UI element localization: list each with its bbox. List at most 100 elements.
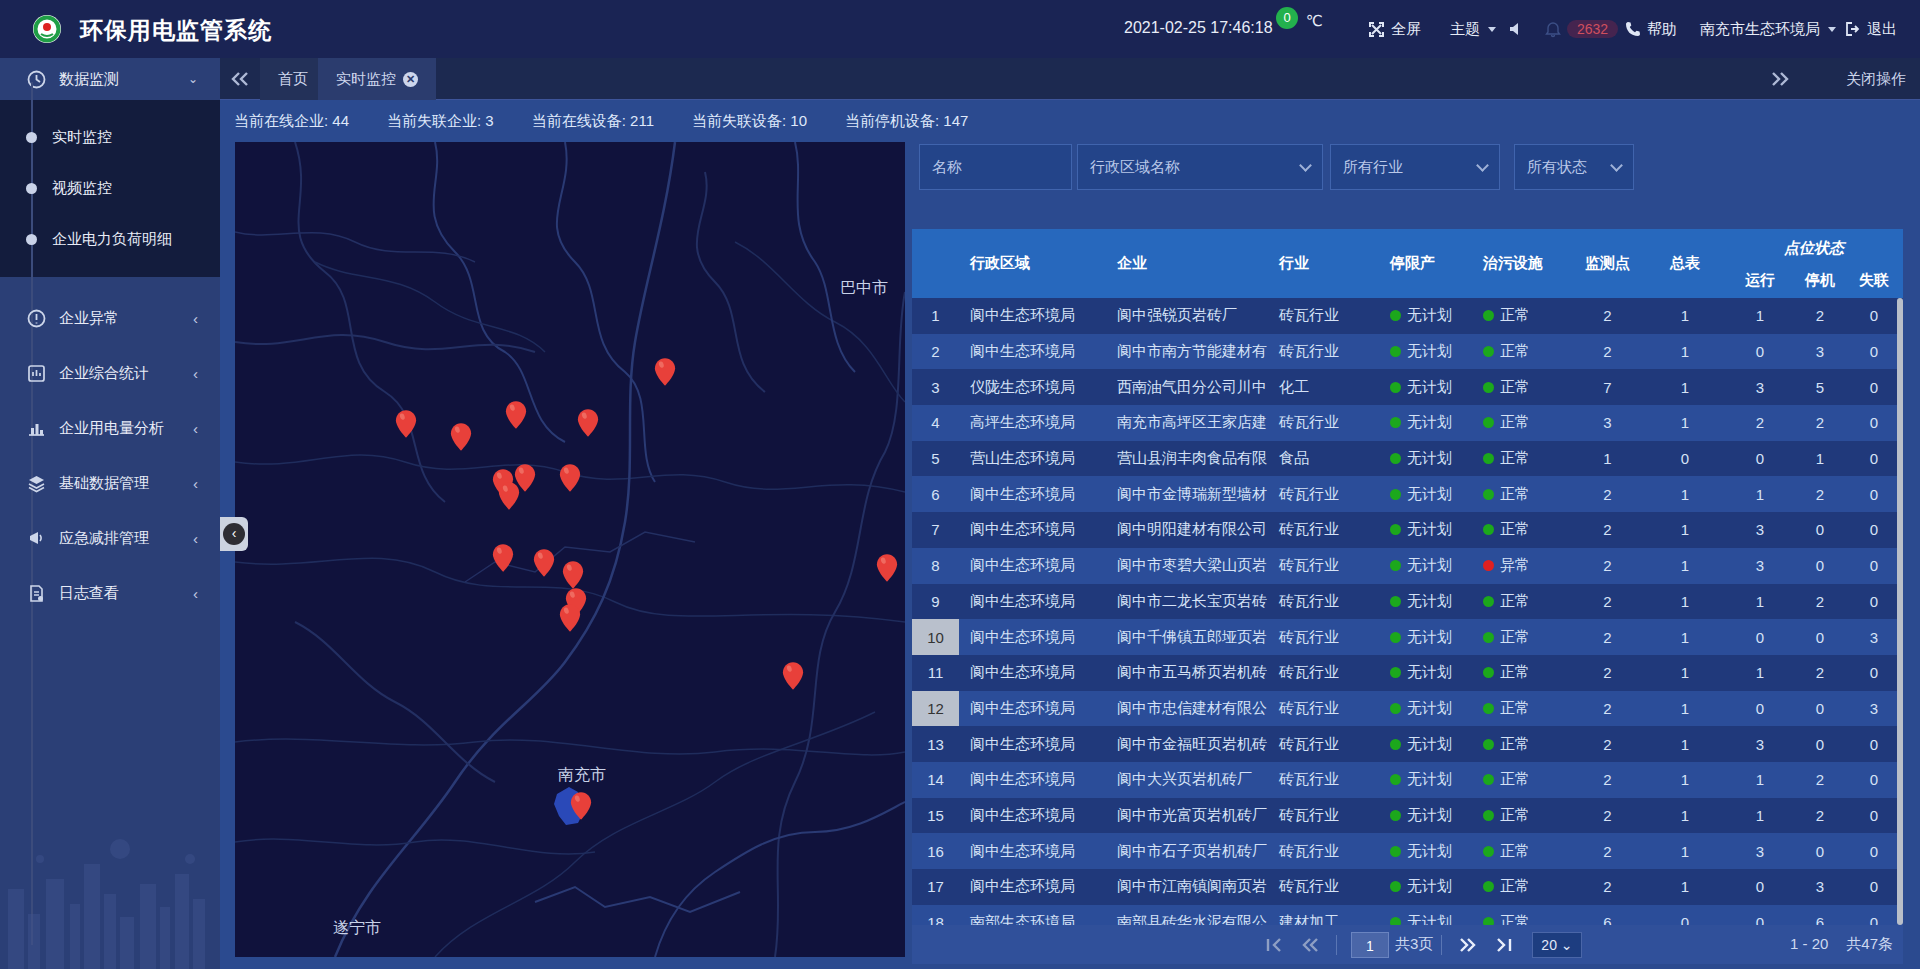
table-row[interactable]: 2阆中生态环境局阆中市南方节能建材有砖瓦行业无计划正常21030 <box>912 334 1903 370</box>
map-panel[interactable]: 巴中市南充市遂宁市 <box>235 142 905 957</box>
company-cell: 阆中市忠信建材有限公 <box>1105 699 1267 718</box>
status-dot <box>1390 846 1401 857</box>
sidebar-item-video-monitor[interactable]: 视频监控 <box>0 163 220 214</box>
sidebar-item-data-monitor[interactable]: 数据监测 ⌄ <box>0 58 220 100</box>
table-row[interactable]: 9阆中生态环境局阆中市二龙长宝页岩砖砖瓦行业无计划正常21120 <box>912 584 1903 620</box>
next-page-button[interactable] <box>1455 932 1481 958</box>
lost-cell: 0 <box>1845 307 1903 324</box>
datetime-display: 2021-02-25 17:46:18 <box>1124 19 1273 37</box>
tab-home[interactable]: 首页 <box>260 58 326 100</box>
sidebar-item-base-data[interactable]: 基础数据管理 ‹ <box>0 456 220 511</box>
table-row[interactable]: 15阆中生态环境局阆中市光富页岩机砖厂砖瓦行业无计划正常21120 <box>912 798 1903 834</box>
industry-cell: 砖瓦行业 <box>1267 592 1385 611</box>
table-row[interactable]: 6阆中生态环境局阆中市金博瑞新型墙材砖瓦行业无计划正常21120 <box>912 476 1903 512</box>
company-cell: 西南油气田分公司川中 <box>1105 378 1267 397</box>
lost-cell: 0 <box>1845 343 1903 360</box>
sound-button[interactable] <box>1508 0 1524 58</box>
map-pin[interactable] <box>570 791 592 821</box>
points-cell: 7 <box>1570 379 1645 396</box>
map-pin[interactable] <box>514 463 536 493</box>
region-cell: 阆中生态环境局 <box>959 628 1105 647</box>
map-pin[interactable] <box>533 548 555 578</box>
map-pin[interactable] <box>492 543 514 573</box>
table-row[interactable]: 7阆中生态环境局阆中明阳建材有限公司砖瓦行业无计划正常21300 <box>912 512 1903 548</box>
first-page-button[interactable] <box>1261 932 1287 958</box>
sidebar-item-company-stats[interactable]: 企业综合统计 ‹ <box>0 346 220 401</box>
region-filter-select[interactable]: 行政区域名称 <box>1077 144 1323 190</box>
sidebar-item-emergency[interactable]: 应急减排管理 ‹ <box>0 511 220 566</box>
lost-cell: 0 <box>1845 593 1903 610</box>
table-row[interactable]: 17阆中生态环境局阆中市江南镇阆南页岩砖瓦行业无计划正常21030 <box>912 869 1903 905</box>
sidebar-item-logs[interactable]: 日志查看 ‹ <box>0 566 220 621</box>
table-row[interactable]: 14阆中生态环境局阆中大兴页岩机砖厂砖瓦行业无计划正常21120 <box>912 762 1903 798</box>
map-pin[interactable] <box>559 463 581 493</box>
chevron-left-icon: ‹ <box>193 365 198 382</box>
table-row[interactable]: 11阆中生态环境局阆中市五马桥页岩机砖砖瓦行业无计划正常21120 <box>912 655 1903 691</box>
limit-status-cell: 无计划 <box>1385 913 1475 925</box>
table-row[interactable]: 1阆中生态环境局阆中强锐页岩砖厂砖瓦行业无计划正常21120 <box>912 298 1903 334</box>
column-header: 总表 <box>1645 229 1725 298</box>
map-pin[interactable] <box>562 560 584 590</box>
table-row[interactable]: 12阆中生态环境局阆中市忠信建材有限公砖瓦行业无计划正常21003 <box>912 691 1903 727</box>
table-row[interactable]: 18南部生态环境局南部县砖华水泥有限公建材加工无计划正常60060 <box>912 905 1903 925</box>
tabs-scroll-left-button[interactable] <box>220 58 260 100</box>
org-menu[interactable]: 南充市生态环境局 <box>1700 0 1836 58</box>
last-page-button[interactable] <box>1491 932 1517 958</box>
notification-area[interactable]: 2632 <box>1545 0 1618 58</box>
map-pin[interactable] <box>395 409 417 439</box>
limit-status-cell: 无计划 <box>1385 449 1475 468</box>
sidebar-item-realtime-monitor[interactable]: 实时监控 <box>0 112 220 163</box>
stop-cell: 0 <box>1795 843 1845 860</box>
table-row[interactable]: 3仪陇生态环境局西南油气田分公司川中化工无计划正常71350 <box>912 369 1903 405</box>
table-row[interactable]: 16阆中生态环境局阆中市石子页岩机砖厂砖瓦行业无计划正常21300 <box>912 833 1903 869</box>
help-button[interactable]: 帮助 <box>1625 0 1677 58</box>
sidebar-item-power-analysis[interactable]: 企业用电量分析 ‹ <box>0 401 220 456</box>
table-row[interactable]: 10阆中生态环境局阆中千佛镇五郎垭页岩砖瓦行业无计划正常21003 <box>912 619 1903 655</box>
sidebar-item-company-abnormal[interactable]: 企业异常 ‹ <box>0 291 220 346</box>
theme-menu[interactable]: 主题 <box>1450 0 1496 58</box>
status-dot <box>1390 632 1401 643</box>
map-pin[interactable] <box>876 553 898 583</box>
facility-status-cell: 正常 <box>1475 449 1570 468</box>
table-body: 1阆中生态环境局阆中强锐页岩砖厂砖瓦行业无计划正常211202阆中生态环境局阆中… <box>912 298 1903 925</box>
tabs-scroll-right-button[interactable] <box>1760 58 1800 100</box>
close-operations-button[interactable]: 关闭操作 <box>1846 58 1906 100</box>
map-pin[interactable] <box>782 661 804 691</box>
status-filter-select[interactable]: 所有状态 <box>1514 144 1634 190</box>
stat-item: 当前停机设备: 147 <box>845 112 968 131</box>
limit-status-cell: 无计划 <box>1385 663 1475 682</box>
page-number-input[interactable]: 1 <box>1351 932 1389 958</box>
map-pin[interactable] <box>654 357 676 387</box>
sidebar-collapse-button[interactable]: ‹ <box>220 517 248 551</box>
close-tab-icon[interactable]: ✕ <box>403 72 418 87</box>
page-size-select[interactable]: 20 ⌄ <box>1532 932 1581 958</box>
name-filter-input[interactable]: 名称 <box>919 144 1072 190</box>
sidebar: 数据监测 ⌄ 实时监控 视频监控 企业电力负荷明细 企业异常 ‹ 企业综合统计 … <box>0 58 220 969</box>
company-cell: 阆中市枣碧大梁山页岩 <box>1105 556 1267 575</box>
table-scrollbar[interactable] <box>1897 298 1903 925</box>
row-number-cell: 10 <box>912 619 959 655</box>
industry-filter-select[interactable]: 所有行业 <box>1330 144 1500 190</box>
tab-realtime-monitor[interactable]: 实时监控 ✕ <box>318 58 436 100</box>
sidebar-item-power-load-detail[interactable]: 企业电力负荷明细 <box>0 214 220 265</box>
table-row[interactable]: 4高坪生态环境局南充市高坪区王家店建砖瓦行业无计划正常31220 <box>912 405 1903 441</box>
map-pin[interactable] <box>559 603 581 633</box>
company-cell: 阆中市南方节能建材有 <box>1105 342 1267 361</box>
industry-cell: 砖瓦行业 <box>1267 520 1385 539</box>
lost-cell: 0 <box>1845 521 1903 538</box>
status-dot <box>1483 881 1494 892</box>
limit-status-cell: 无计划 <box>1385 556 1475 575</box>
map-pin[interactable] <box>450 422 472 452</box>
megaphone-icon <box>27 529 46 548</box>
map-pin[interactable] <box>505 400 527 430</box>
stop-cell: 6 <box>1795 914 1845 925</box>
prev-page-button[interactable] <box>1297 932 1323 958</box>
industry-cell: 砖瓦行业 <box>1267 628 1385 647</box>
table-row[interactable]: 5营山生态环境局营山县润丰肉食品有限食品无计划正常10010 <box>912 441 1903 477</box>
points-cell: 2 <box>1570 736 1645 753</box>
map-pin[interactable] <box>577 408 599 438</box>
logout-button[interactable]: 退出 <box>1845 0 1897 58</box>
fullscreen-button[interactable]: 全屏 <box>1368 0 1421 58</box>
table-row[interactable]: 13阆中生态环境局阆中市金福旺页岩机砖砖瓦行业无计划正常21300 <box>912 726 1903 762</box>
table-row[interactable]: 8阆中生态环境局阆中市枣碧大梁山页岩砖瓦行业无计划异常21300 <box>912 548 1903 584</box>
